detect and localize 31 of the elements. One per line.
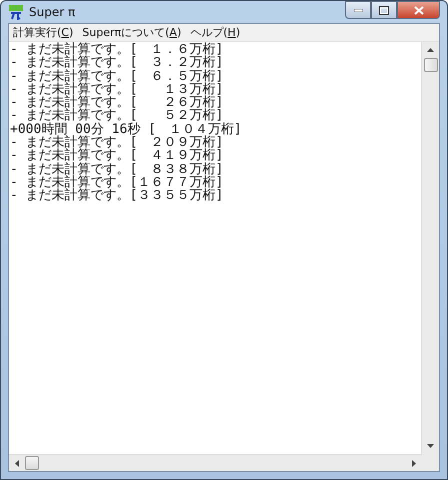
menu-item[interactable]: 計算実行(C) — [13, 25, 74, 40]
close-icon — [414, 6, 424, 14]
horizontal-scrollbar[interactable] — [9, 454, 422, 471]
scroll-thumb[interactable] — [424, 58, 438, 72]
output-line: - まだ未計算です。[ ２６万桁] — [10, 96, 224, 110]
close-button[interactable] — [397, 1, 440, 19]
scroll-left-icon[interactable] — [15, 460, 19, 466]
scroll-thumb[interactable] — [25, 456, 39, 470]
output-line: - まだ未計算です。[１６７７万桁] — [10, 176, 224, 190]
window-title: Super π — [29, 5, 76, 19]
scroll-right-icon[interactable] — [412, 460, 416, 466]
scroll-down-icon[interactable] — [427, 444, 434, 448]
app-icon — [8, 4, 24, 20]
output-line: - まだ未計算です。[ ３．２万桁] — [10, 56, 224, 70]
minimize-icon — [354, 8, 362, 12]
output-line: - まだ未計算です。[ ４１９万桁] — [10, 149, 224, 163]
output-line: - まだ未計算です。[ ８３８万桁] — [10, 162, 224, 176]
output-line: - まだ未計算です。[ ６．５万桁] — [10, 70, 224, 83]
output-line: - まだ未計算です。[３３５５万桁] — [10, 189, 224, 203]
menu-item[interactable]: ヘルプ(H) — [190, 25, 240, 40]
maximize-icon — [379, 6, 389, 14]
output-line: - まだ未計算です。[ ５２万桁] — [10, 109, 224, 123]
scroll-up-icon[interactable] — [427, 48, 434, 52]
vertical-scrollbar[interactable] — [421, 42, 439, 454]
minimize-button[interactable] — [345, 1, 371, 19]
output-line: +000時間 00分 16秒 [ １０４万桁] — [10, 122, 243, 136]
output-line: - まだ未計算です。[ １３万桁] — [10, 82, 224, 96]
maximize-button[interactable] — [371, 1, 397, 19]
output-line: - まだ未計算です。[ ２０９万桁] — [10, 136, 224, 150]
menu-item[interactable]: Superπについて(A) — [82, 25, 182, 40]
output-line: - まだ未計算です。[ １．６万桁] — [10, 43, 224, 56]
